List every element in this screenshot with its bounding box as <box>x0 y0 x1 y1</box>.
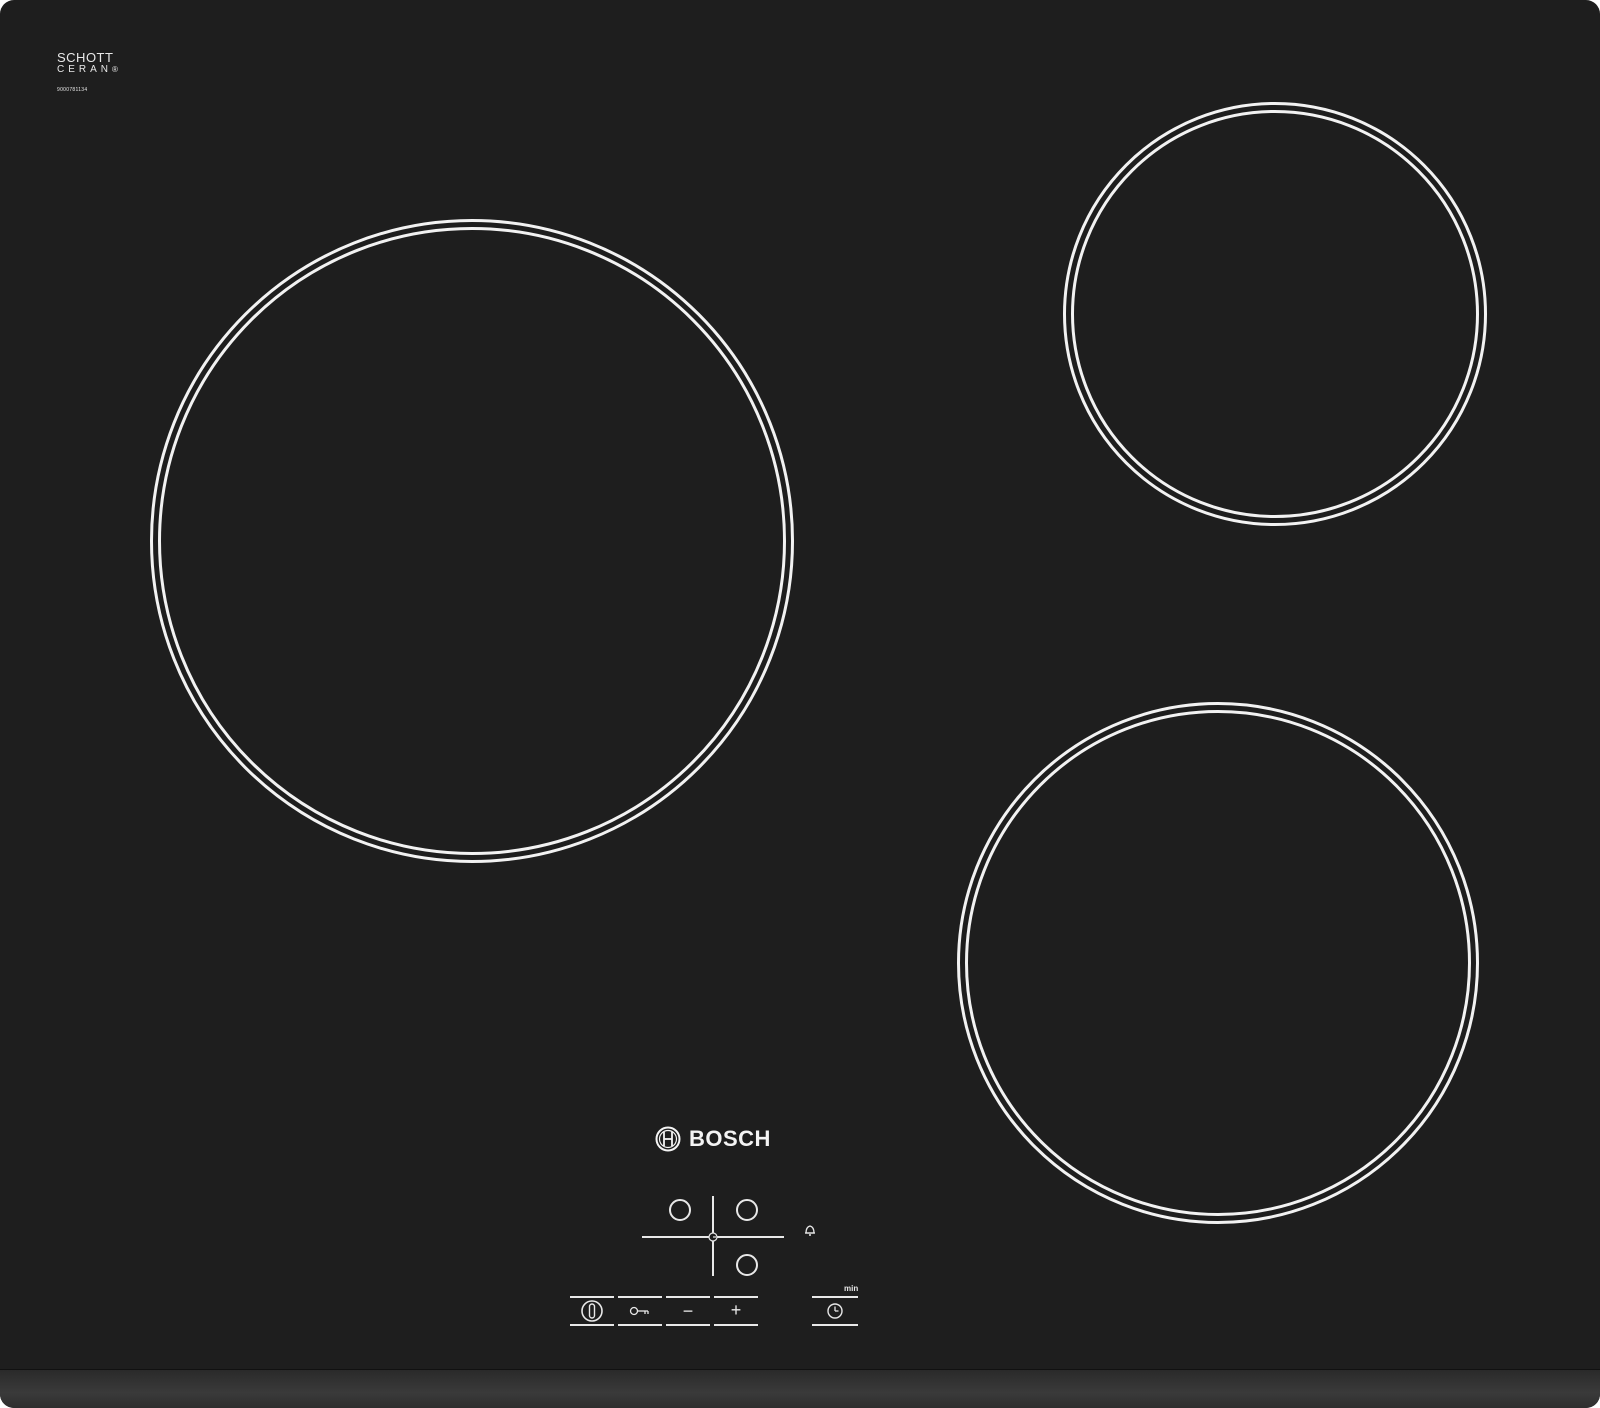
power-level-icon <box>708 1232 718 1242</box>
minus-button[interactable]: − <box>678 1302 698 1320</box>
key-row-bottom-line-2 <box>618 1324 662 1326</box>
model-code: 9000781134 <box>57 87 88 93</box>
key-row-bottom-line-3 <box>666 1324 710 1326</box>
bosch-logo: BOSCH <box>655 1126 771 1152</box>
key-row-bottom-line-1 <box>570 1324 614 1326</box>
key-row-top-line-3 <box>666 1296 710 1298</box>
bell-icon <box>805 1225 815 1236</box>
timer-key-bottom-line <box>812 1324 858 1326</box>
registered-icon: ® <box>112 65 118 74</box>
cooking-zone-small-rear-right-inner-ring <box>1071 110 1479 518</box>
ceran-text: CERAN <box>57 64 113 75</box>
schott-text: SCHOTT <box>57 50 114 65</box>
timer-key-top-line <box>812 1296 858 1298</box>
front-bevel-edge <box>0 1369 1600 1408</box>
bosch-armature-icon <box>655 1126 681 1152</box>
plus-button[interactable]: + <box>726 1301 746 1319</box>
timer-clock-button[interactable] <box>826 1302 844 1320</box>
zone-select-rear-right-button[interactable] <box>736 1199 758 1221</box>
schott-ceran-logo: SCHOTT CERAN® 9000781134 <box>57 50 118 93</box>
key-row-top-line-1 <box>570 1296 614 1298</box>
power-switch-button[interactable] <box>580 1299 604 1323</box>
zone-select-front-right-button[interactable] <box>736 1254 758 1276</box>
touch-control-panel: − + min <box>560 1180 880 1340</box>
key-row-top-line-4 <box>714 1296 758 1298</box>
key-row-bottom-line-4 <box>714 1324 758 1326</box>
key-row-top-line-2 <box>618 1296 662 1298</box>
child-lock-key-button[interactable] <box>629 1304 651 1318</box>
zone-select-rear-left-button[interactable] <box>669 1199 691 1221</box>
cooking-zone-medium-front-right-inner-ring <box>965 710 1471 1216</box>
cooktop-glass-surface: SCHOTT CERAN® 9000781134 BOSCH − + min <box>0 0 1600 1408</box>
cooking-zone-large-left-inner-ring <box>158 227 786 855</box>
brand-name: BOSCH <box>689 1126 771 1151</box>
timer-min-label: min <box>844 1284 859 1293</box>
